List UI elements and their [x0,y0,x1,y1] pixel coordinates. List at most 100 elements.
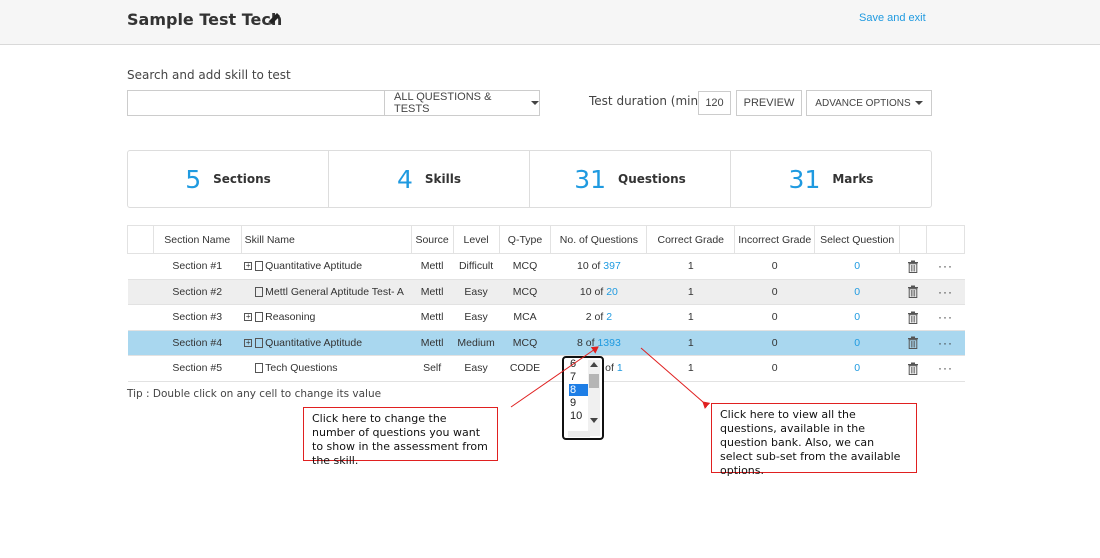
cell-section[interactable]: Section #1 [153,253,242,280]
cell-delete[interactable] [899,253,927,280]
more-options-icon[interactable]: ··· [926,253,965,280]
cell-level[interactable]: Difficult [453,253,500,280]
question-count-dropdown[interactable]: 6 7 8 9 10 [562,356,604,440]
cell-question-count[interactable]: 10 of 397 [550,253,647,280]
cell-incorrect-grade[interactable]: 0 [734,253,815,280]
cell-qtype[interactable]: MCA [499,304,551,331]
question-total-link[interactable]: 397 [603,260,621,272]
header-level[interactable]: Level [452,225,500,254]
cell-incorrect-grade[interactable]: 0 [734,355,815,382]
cell-incorrect-grade[interactable]: 0 [734,278,815,305]
dropdown-option-selected[interactable]: 8 [569,384,588,396]
dropdown-option[interactable]: 7 [569,371,588,383]
cell-skill[interactable]: Tech Questions [241,355,412,382]
dropdown-scrollbar[interactable] [588,360,600,436]
cell-qtype[interactable]: CODE [499,355,551,382]
table-row-selected[interactable]: Section #4 + Quantitative Aptitude Mettl … [127,329,965,356]
scroll-up-icon[interactable] [590,362,598,367]
expand-icon[interactable]: + [244,313,253,322]
cell-correct-grade[interactable]: 1 [646,355,735,382]
table-row[interactable]: Section #5 Tech Questions Self Easy CODE… [127,355,965,382]
cell-source[interactable]: Mettl [411,304,454,331]
cell-level[interactable]: Easy [453,355,500,382]
cell-select-question[interactable]: 0 [814,355,900,382]
question-total-link[interactable]: 1 [617,362,623,374]
expand-icon[interactable]: + [244,338,253,347]
cell-delete[interactable] [899,304,927,331]
dropdown-option[interactable]: 9 [569,397,588,409]
cell-source[interactable]: Self [411,355,454,382]
cell-section[interactable]: Section #2 [153,278,242,305]
question-count[interactable]: 2 [586,311,592,323]
question-total-link[interactable]: 2 [606,311,612,323]
cell-delete[interactable] [899,355,927,382]
more-options-icon[interactable]: ··· [926,278,965,305]
question-count[interactable]: 10 [580,286,592,298]
dropdown-option[interactable]: 10 [569,410,588,422]
question-total-link[interactable]: 1393 [597,337,620,349]
cell-skill[interactable]: + Quantitative Aptitude [241,253,412,280]
cell-section[interactable]: Section #5 [153,355,242,382]
cell-source[interactable]: Mettl [411,329,454,356]
cell-section[interactable]: Section #3 [153,304,242,331]
expand-icon[interactable]: + [244,262,253,271]
scrollbar-thumb[interactable] [589,374,599,388]
trash-icon[interactable] [907,336,919,350]
cell-select-question[interactable]: 0 [814,253,900,280]
cell-correct-grade[interactable]: 1 [646,253,735,280]
save-and-exit-link[interactable]: Save and exit [859,12,926,24]
dropdown-horizontal-scrollbar[interactable] [568,431,590,437]
cell-skill[interactable]: Mettl General Aptitude Test- A [241,278,412,305]
cell-select-question[interactable]: 0 [814,329,900,356]
scroll-down-icon[interactable] [590,418,598,423]
table-row[interactable]: Section #2 Mettl General Aptitude Test- … [127,278,965,305]
cell-delete[interactable] [899,329,927,356]
cell-question-count[interactable]: 10 of 20 [550,278,647,305]
more-options-icon[interactable]: ··· [926,329,965,356]
cell-select-question[interactable]: 0 [814,304,900,331]
header-section-name[interactable]: Section Name [152,225,242,254]
cell-incorrect-grade[interactable]: 0 [734,304,815,331]
header-skill-name[interactable]: Skill Name [240,225,412,254]
header-incorrect-grade[interactable]: Incorrect Grade [734,225,816,254]
trash-icon[interactable] [907,260,919,273]
cell-correct-grade[interactable]: 1 [646,329,735,356]
cell-skill[interactable]: + Quantitative Aptitude [241,329,412,356]
header-correct-grade[interactable]: Correct Grade [646,225,736,254]
table-row[interactable]: Section #1 + Quantitative Aptitude Mettl … [127,253,965,280]
cell-skill[interactable]: + Reasoning [241,304,412,331]
header-no-of-questions[interactable]: No. of Questions [550,225,648,254]
cell-delete[interactable] [899,278,927,305]
header-q-type[interactable]: Q-Type [498,225,552,254]
cell-correct-grade[interactable]: 1 [646,278,735,305]
skill-search-input[interactable] [127,90,384,116]
duration-input[interactable] [698,91,731,115]
cell-qtype[interactable]: MCQ [499,253,551,280]
cell-level[interactable]: Medium [453,329,500,356]
more-options-icon[interactable]: ··· [926,355,965,382]
cell-select-question[interactable]: 0 [814,278,900,305]
cell-level[interactable]: Easy [453,278,500,305]
cell-correct-grade[interactable]: 1 [646,304,735,331]
trash-icon[interactable] [907,362,919,375]
preview-button[interactable]: PREVIEW [736,90,802,116]
cell-level[interactable]: Easy [453,304,500,331]
question-count[interactable]: 10 [577,260,589,272]
cell-question-count[interactable]: 2 of 2 [550,304,647,331]
header-select-question[interactable]: Select Question [814,225,901,254]
cell-qtype[interactable]: MCQ [499,329,551,356]
cell-source[interactable]: Mettl [411,253,454,280]
more-options-icon[interactable]: ··· [926,304,965,331]
question-total-link[interactable]: 20 [606,286,618,298]
question-filter-dropdown[interactable]: ALL QUESTIONS & TESTS [384,90,540,116]
cell-qtype[interactable]: MCQ [499,278,551,305]
advance-options-button[interactable]: ADVANCE OPTIONS [806,90,932,116]
trash-icon[interactable] [907,285,919,299]
dropdown-option[interactable]: 6 [569,358,588,370]
cell-question-count[interactable]: 8 of 1393 [550,329,647,356]
cell-incorrect-grade[interactable]: 0 [734,329,815,356]
cell-source[interactable]: Mettl [411,278,454,305]
trash-icon[interactable] [907,311,919,324]
cell-section[interactable]: Section #4 [153,329,242,356]
table-row[interactable]: Section #3 + Reasoning Mettl Easy MCA 2 o… [127,304,965,331]
